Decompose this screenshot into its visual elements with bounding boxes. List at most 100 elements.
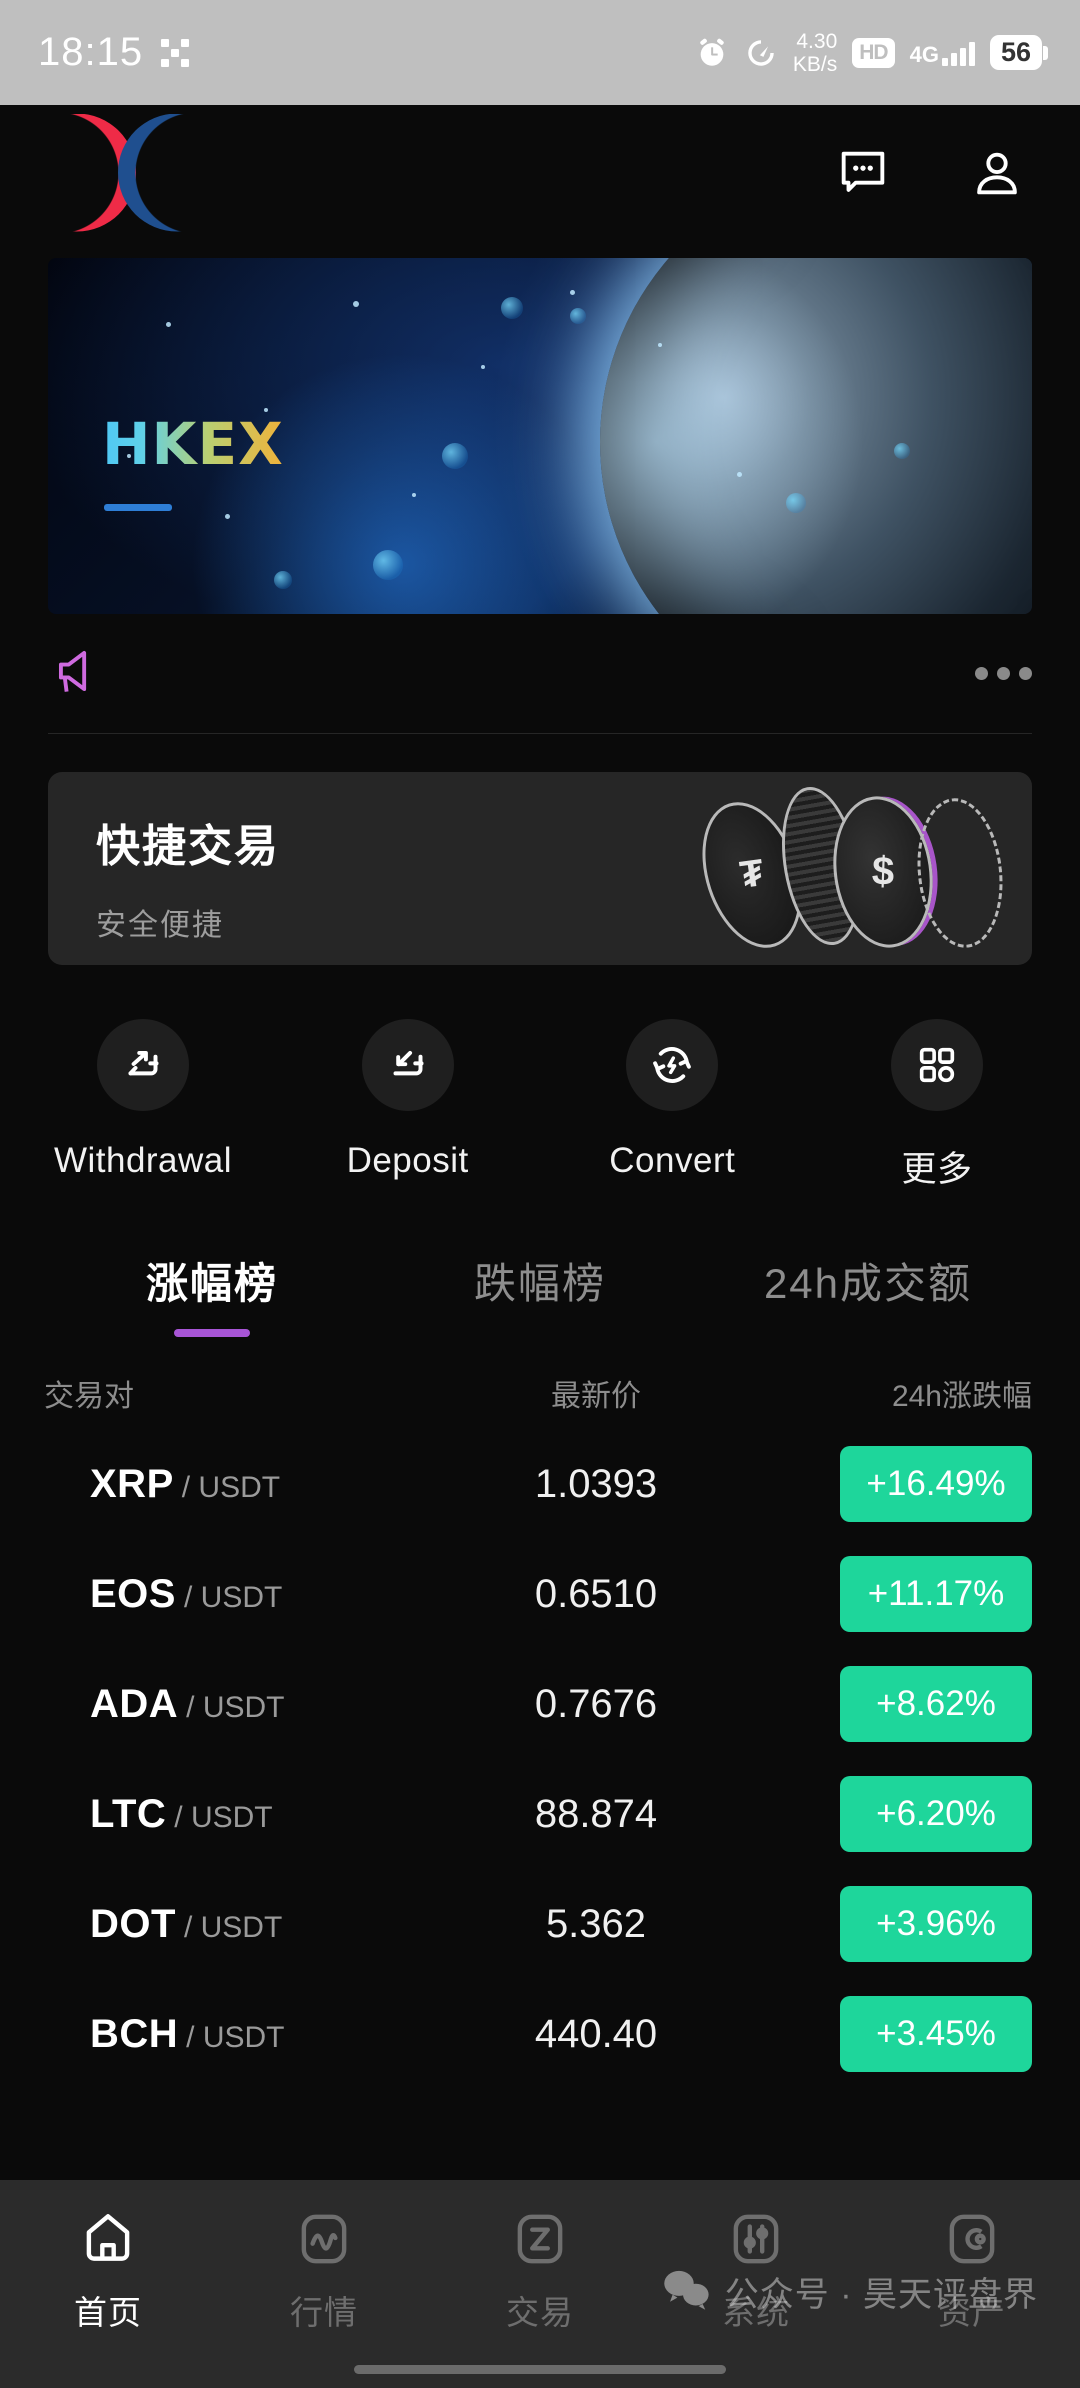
quick-actions: Withdrawal Deposit Convert 更多 xyxy=(48,1019,1032,1192)
coin-outline xyxy=(910,794,1010,952)
pair-quote: / USDT xyxy=(183,1580,283,1614)
market-table-body: XRP / USDT 1.0393 +16.49% EOS / USDT 0.651… xyxy=(0,1429,1080,2089)
tab-volume-label: 24h成交额 xyxy=(763,1260,973,1307)
planet-graphic xyxy=(600,258,1032,614)
signal-bars-icon xyxy=(941,40,975,66)
change-cell: +6.20% xyxy=(782,1776,1032,1852)
app-logo[interactable] xyxy=(48,105,198,240)
signal-indicator: 4G xyxy=(910,40,975,66)
nav-item-trade[interactable]: 交易 xyxy=(432,2202,648,2334)
app-header xyxy=(0,105,1080,240)
coin-dollar-symbol: $ xyxy=(871,849,895,894)
banner-title: HKEX xyxy=(102,410,284,478)
battery-indicator: 56 xyxy=(989,35,1042,70)
pair-symbol: LTC xyxy=(90,1791,167,1836)
action-deposit[interactable]: Deposit xyxy=(313,1019,503,1192)
announcement-bar[interactable] xyxy=(48,614,1032,734)
action-more[interactable]: 更多 xyxy=(842,1019,1032,1192)
home-indicator xyxy=(354,2365,726,2374)
status-bar: 18:15 4.30 KB/s HD 4G 56 xyxy=(0,0,1080,105)
banner-underline xyxy=(104,504,172,511)
coin-usdt-symbol: ₮ xyxy=(737,852,767,897)
wechat-watermark: 公众号 · 昊天评盘界 xyxy=(663,2267,1038,2316)
price-cell: 5.362 xyxy=(545,1901,647,1946)
hd-badge: HD xyxy=(852,37,895,68)
header-actions xyxy=(832,142,1028,204)
nav-item-home[interactable]: 首页 xyxy=(0,2202,216,2334)
nav-item-markets[interactable]: 行情 xyxy=(216,2202,432,2334)
change-cell: +16.49% xyxy=(782,1446,1032,1522)
table-row[interactable]: LTC / USDT 88.874 +6.20% xyxy=(0,1759,1080,1869)
action-withdrawal[interactable]: Withdrawal xyxy=(48,1019,238,1192)
user-icon[interactable] xyxy=(966,142,1028,204)
wechat-watermark-text: 公众号 · 昊天评盘界 xyxy=(724,2276,1038,2314)
pair-symbol: BCH xyxy=(90,2011,179,2056)
pair-quote: / USDT xyxy=(186,1690,285,1724)
action-convert[interactable]: Convert xyxy=(577,1019,767,1192)
change-badge: +3.45% xyxy=(840,1996,1032,2072)
system-icon xyxy=(725,2202,787,2276)
market-tabs: 涨幅榜 跌幅榜 24h成交额 xyxy=(0,1250,1080,1337)
pair-symbol: DOT xyxy=(90,1901,176,1946)
pair-symbol: ADA xyxy=(90,1681,179,1726)
bokeh-4 xyxy=(372,549,403,580)
tab-volume[interactable]: 24h成交额 xyxy=(704,1250,1032,1337)
change-badge: +8.62% xyxy=(840,1666,1032,1742)
table-row[interactable]: BCH / USDT 440.40 +3.45% xyxy=(0,1979,1080,2089)
bokeh-1 xyxy=(500,297,523,320)
pair-quote: / USDT xyxy=(186,2020,285,2054)
table-row[interactable]: ADA / USDT 0.7676 +8.62% xyxy=(0,1649,1080,1759)
promo-banner[interactable]: HKEX xyxy=(48,258,1032,614)
action-more-label: 更多 xyxy=(901,1150,973,1189)
action-deposit-label: Deposit xyxy=(346,1141,469,1180)
pair-quote: / USDT xyxy=(183,1910,283,1944)
network-speed-value: 4.30 xyxy=(796,29,838,53)
alarm-icon xyxy=(695,36,729,70)
logo-right-mark xyxy=(118,113,196,232)
table-row[interactable]: DOT / USDT 5.362 +3.96% xyxy=(0,1869,1080,1979)
change-cell: +8.62% xyxy=(782,1666,1032,1742)
app-indicator-icon xyxy=(161,38,190,67)
deposit-icon xyxy=(361,1019,454,1111)
price-cell: 0.6510 xyxy=(534,1571,658,1616)
pair-cell: DOT / USDT xyxy=(44,1902,434,1947)
pair-cell: LTC / USDT xyxy=(44,1792,434,1837)
assets-icon xyxy=(941,2202,1003,2276)
network-type-label: 4G xyxy=(909,41,939,67)
change-cell: +3.45% xyxy=(782,1996,1032,2072)
quick-trade-card[interactable]: 快捷交易 安全便捷 ₮ $ xyxy=(48,772,1032,965)
table-row[interactable]: EOS / USDT 0.6510 +11.17% xyxy=(0,1539,1080,1649)
chart-icon xyxy=(293,2202,355,2276)
bokeh-3 xyxy=(441,443,468,470)
change-badge: +6.20% xyxy=(840,1776,1032,1852)
table-row[interactable]: XRP / USDT 1.0393 +16.49% xyxy=(0,1429,1080,1539)
pair-symbol: EOS xyxy=(90,1571,176,1616)
price-cell: 440.40 xyxy=(534,2011,658,2056)
chat-bubble-icon[interactable] xyxy=(832,142,894,204)
change-badge: +11.17% xyxy=(840,1556,1032,1632)
status-bar-right: 4.30 KB/s HD 4G 56 xyxy=(695,30,1042,76)
change-badge: +3.96% xyxy=(840,1886,1032,1962)
tab-gainers[interactable]: 涨幅榜 xyxy=(48,1250,376,1337)
trade-icon xyxy=(509,2202,571,2276)
pair-symbol: XRP xyxy=(90,1461,174,1506)
status-bar-left: 18:15 xyxy=(38,30,190,75)
change-cell: +3.96% xyxy=(782,1886,1032,1962)
nav-item-markets-label: 行情 xyxy=(290,2294,358,2331)
grid-more-icon xyxy=(890,1019,983,1111)
bokeh-7 xyxy=(274,571,293,590)
bokeh-2 xyxy=(569,307,586,324)
pair-cell: BCH / USDT xyxy=(44,2012,434,2057)
pair-cell: XRP / USDT xyxy=(44,1462,434,1507)
megaphone-icon xyxy=(48,640,110,707)
change-badge: +16.49% xyxy=(840,1446,1032,1522)
pair-cell: ADA / USDT xyxy=(44,1682,434,1727)
tab-losers[interactable]: 跌幅榜 xyxy=(376,1250,704,1337)
status-time: 18:15 xyxy=(38,30,144,74)
price-cell: 0.7676 xyxy=(534,1681,658,1726)
more-dots-icon[interactable] xyxy=(975,667,1032,680)
wechat-icon xyxy=(663,2268,711,2315)
column-change: 24h涨跌幅 xyxy=(891,1380,1032,1413)
coins-illustration: ₮ $ xyxy=(685,780,1010,962)
column-price: 最新价 xyxy=(551,1380,641,1413)
